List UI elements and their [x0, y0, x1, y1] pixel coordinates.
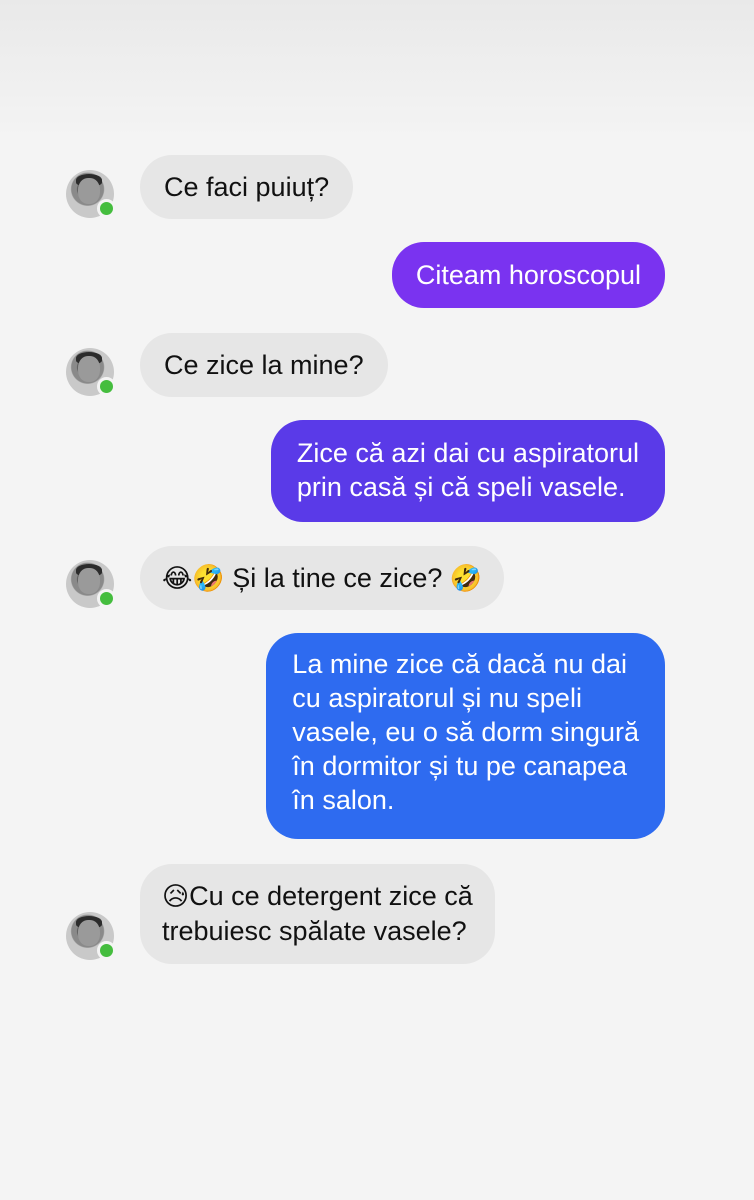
avatar-face	[78, 178, 100, 204]
contact-avatar[interactable]	[66, 912, 116, 960]
laughing-emoji-icon: 😂🤣	[162, 564, 225, 594]
message-text-line: 😥Cu ce detergent zice că	[162, 879, 473, 914]
avatar-face	[78, 356, 100, 382]
message-text-line: în dormitor și tu pe canapea	[292, 751, 627, 781]
incoming-message[interactable]: 😂🤣 Și la tine ce zice? 🤣	[140, 546, 505, 610]
avatar-face	[78, 568, 100, 594]
online-status-icon	[97, 199, 116, 218]
message-text-line: La mine zice că dacă nu dai	[292, 649, 628, 679]
chat-thread[interactable]: Ce faci puiuț? Citeam horoscopul Ce zice…	[0, 0, 754, 1200]
contact-avatar[interactable]	[66, 170, 116, 218]
contact-avatar[interactable]	[66, 348, 116, 396]
sad-emoji-icon: 😥	[162, 882, 190, 912]
message-text: Ce zice la mine?	[164, 350, 364, 380]
message-text-body: Și la tine ce zice?	[224, 563, 450, 593]
message-text-line: în salon.	[292, 785, 395, 815]
outgoing-message[interactable]: Zice că azi dai cu aspiratorul prin casă…	[270, 420, 665, 522]
online-status-icon	[97, 941, 116, 960]
message-text-line: trebuiesc spălate vasele?	[162, 916, 467, 946]
outgoing-message[interactable]: La mine zice că dacă nu dai cu aspirator…	[266, 633, 665, 839]
message-text-line: vasele, eu o să dorm singură	[292, 717, 639, 747]
message-text: 😂🤣 Și la tine ce zice? 🤣	[162, 561, 482, 596]
message-text-body: Cu ce detergent zice că	[189, 881, 473, 911]
online-status-icon	[97, 377, 116, 396]
message-text: Ce faci puiuț?	[164, 172, 330, 202]
outgoing-message[interactable]: Citeam horoscopul	[391, 242, 665, 308]
message-text-line: Zice că azi dai cu aspiratorul	[296, 438, 639, 468]
contact-avatar[interactable]	[66, 560, 116, 608]
incoming-message[interactable]: 😥Cu ce detergent zice că trebuiesc spăla…	[140, 864, 495, 964]
message-text: Citeam horoscopul	[415, 260, 641, 290]
incoming-message[interactable]: Ce faci puiuț?	[140, 155, 354, 219]
incoming-message[interactable]: Ce zice la mine?	[140, 333, 388, 397]
avatar-face	[78, 920, 100, 946]
message-text-line: cu aspiratorul și nu speli	[292, 683, 582, 713]
rolling-laughing-emoji-icon: 🤣	[449, 564, 483, 594]
message-text-line: prin casă și că speli vasele.	[296, 472, 626, 502]
online-status-icon	[97, 589, 116, 608]
